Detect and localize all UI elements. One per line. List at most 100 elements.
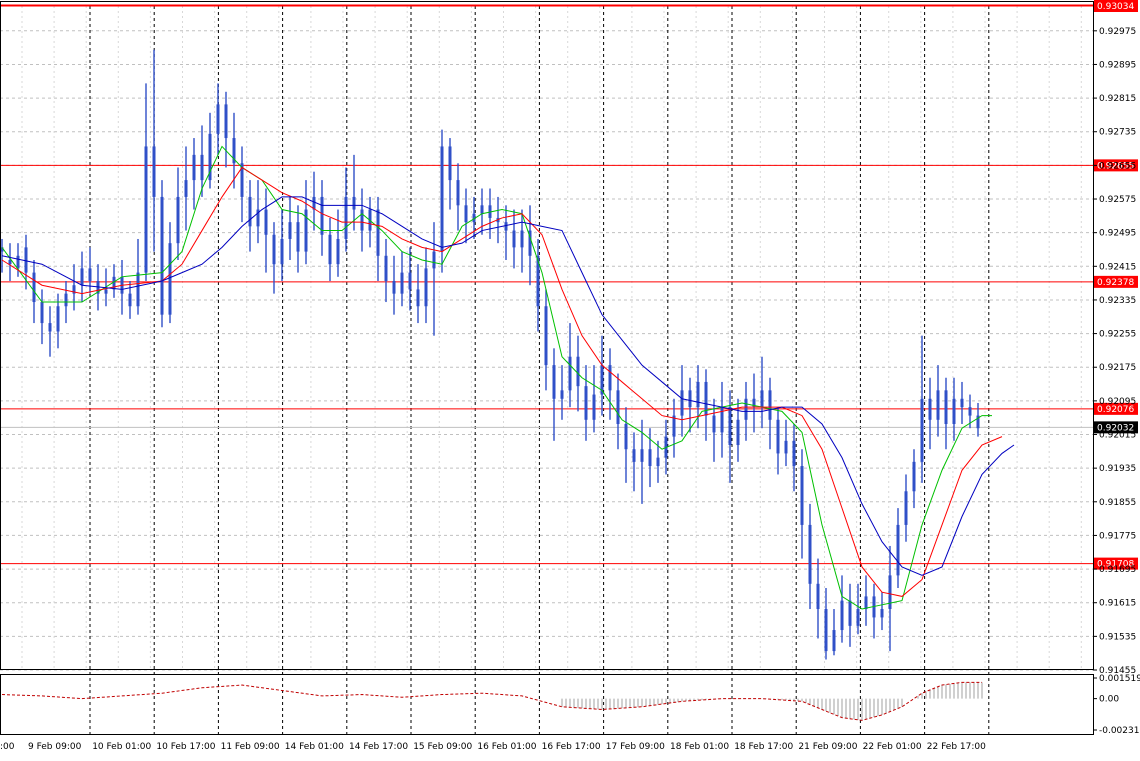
x-tick-label: 11 Feb 09:00 xyxy=(221,742,280,752)
y-tick-label: 0.92575 xyxy=(1099,195,1136,205)
candle-body xyxy=(648,449,652,467)
candle-body xyxy=(824,609,828,652)
candle-body xyxy=(400,272,404,294)
candle-body xyxy=(480,205,484,214)
candle-body xyxy=(344,196,348,239)
candle-body xyxy=(680,390,684,416)
candle-body xyxy=(712,415,716,433)
indicator-pane xyxy=(1,681,983,721)
candle-body xyxy=(464,205,468,223)
candle-body xyxy=(968,407,972,416)
candle-body xyxy=(800,466,804,525)
candle-body xyxy=(448,146,452,181)
candle-body xyxy=(576,356,580,387)
x-tick-label: 22 Feb 17:00 xyxy=(927,742,986,752)
candle-body xyxy=(32,272,36,303)
x-tick-label: 15 Feb 09:00 xyxy=(413,742,472,752)
candle-body xyxy=(928,398,932,420)
candle-body xyxy=(784,440,788,454)
candle-body xyxy=(328,234,332,265)
candle-body xyxy=(608,365,612,391)
candle-body xyxy=(432,251,436,269)
candle-body xyxy=(864,596,868,610)
x-tick-label: :00 xyxy=(0,742,15,752)
candle-body xyxy=(656,457,660,467)
x-tick-label: 21 Feb 09:00 xyxy=(798,742,857,752)
y-tick-label: 0.92655 xyxy=(1099,161,1136,171)
y-tick-label: 0.91615 xyxy=(1099,599,1136,609)
y-tick-label: 0.91935 xyxy=(1099,464,1136,474)
candle-body xyxy=(56,306,60,332)
candle-body xyxy=(896,524,900,576)
candle-body xyxy=(568,356,572,391)
candle-body xyxy=(848,600,852,626)
candle-body xyxy=(920,398,924,462)
candle-body xyxy=(456,180,460,206)
candle-body xyxy=(144,146,148,273)
y-tick-label: 0.92735 xyxy=(1099,128,1136,138)
candle-body xyxy=(80,268,84,286)
indicator-line xyxy=(1,681,982,721)
candle-body xyxy=(416,289,420,307)
candle-body xyxy=(544,306,548,366)
candle-body xyxy=(776,419,780,454)
y-tick-label: 0.92335 xyxy=(1099,296,1136,306)
x-tick-label: 16 Feb 01:00 xyxy=(477,742,536,752)
y-tick-label: 0.92095 xyxy=(1099,397,1136,407)
candle-body xyxy=(168,243,172,315)
candle-body xyxy=(424,268,428,307)
indicator-y-tick-label: 0.001519 xyxy=(1099,674,1140,684)
y-tick-label: 0.92815 xyxy=(1099,94,1136,104)
moving-average-line xyxy=(1,166,1003,597)
candle-body xyxy=(408,272,412,290)
y-tick-label: 0.91695 xyxy=(1099,565,1136,575)
candle-body xyxy=(296,222,300,252)
candle-body xyxy=(352,196,356,210)
candle-body xyxy=(632,449,636,462)
candle-body xyxy=(888,575,892,610)
candle-body xyxy=(768,390,772,420)
candle-body xyxy=(960,398,964,408)
candle-body xyxy=(248,196,252,227)
candle-body xyxy=(272,234,276,265)
candle-body xyxy=(88,268,92,282)
candle-body xyxy=(512,230,516,248)
candle-body xyxy=(16,255,20,269)
candle-body xyxy=(264,209,268,235)
price-chart[interactable]: 0.930340.926550.923780.920760.917080.920… xyxy=(0,0,1140,757)
candle-body xyxy=(136,272,140,307)
candle-body xyxy=(840,600,844,631)
candle-body xyxy=(360,209,364,231)
indicator-frame xyxy=(0,674,1094,735)
candle-body xyxy=(184,180,188,197)
candle-body xyxy=(48,323,52,332)
candle-body xyxy=(808,524,812,584)
x-tick-label: 9 Feb 09:00 xyxy=(28,742,82,752)
candle-body xyxy=(696,381,700,408)
indicator-y-tick-label: 0.00 xyxy=(1099,695,1119,705)
x-tick-label: 16 Feb 17:00 xyxy=(542,742,601,752)
y-tick-label: 0.92895 xyxy=(1099,60,1136,70)
candle-body xyxy=(616,390,620,424)
candle-body xyxy=(792,440,796,467)
candle-body xyxy=(160,196,164,315)
candle-body xyxy=(952,398,956,424)
x-tick-label: 10 Feb 17:00 xyxy=(156,742,215,752)
chart-window: 0.93034 0.92655 0.92378 0.92076 0.91708 0.920… xyxy=(0,0,1140,757)
candle-body xyxy=(552,365,556,399)
candles xyxy=(0,49,980,660)
candle-body xyxy=(392,281,396,294)
candle-body xyxy=(152,146,156,197)
candle-body xyxy=(936,390,940,420)
candle-body xyxy=(728,407,732,446)
candle-body xyxy=(288,222,292,239)
candle-body xyxy=(376,209,380,256)
candle-body xyxy=(200,154,204,181)
candle-body xyxy=(128,293,132,307)
candle-body xyxy=(40,302,44,324)
candle-body xyxy=(640,449,644,462)
candle-body xyxy=(688,390,692,408)
y-tick-label: 0.91535 xyxy=(1099,632,1136,642)
candle-body xyxy=(856,609,860,626)
candle-body xyxy=(912,461,916,492)
